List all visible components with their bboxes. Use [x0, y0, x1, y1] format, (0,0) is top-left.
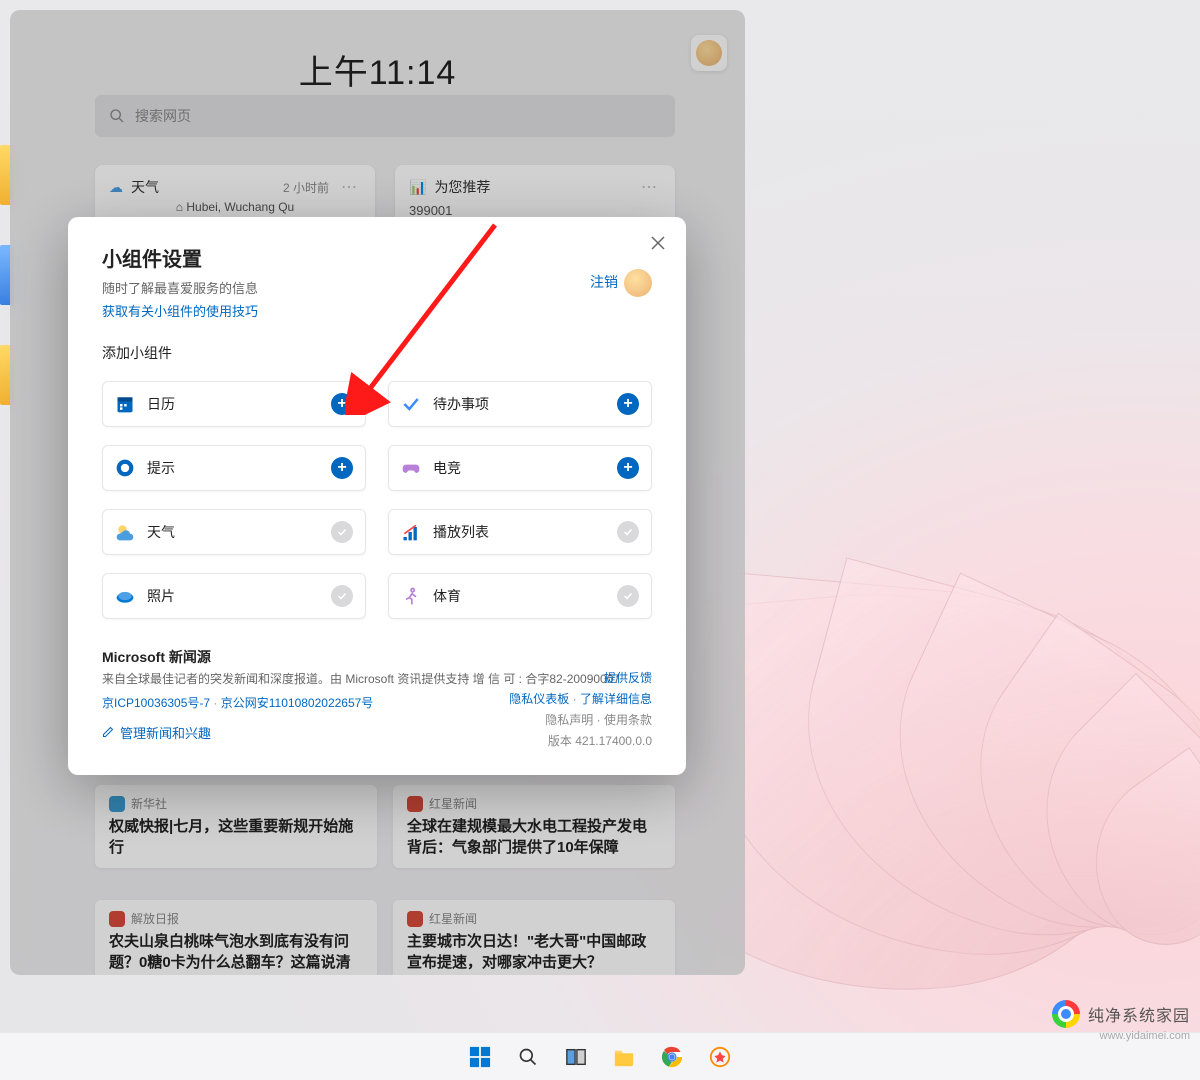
task-view-icon [565, 1046, 587, 1068]
watermark-logo-icon [1052, 1000, 1080, 1028]
widget-settings-modal: 注销 小组件设置 随时了解最喜爱服务的信息 获取有关小组件的使用技巧 添加小组件… [68, 217, 686, 775]
add-widget-button[interactable]: + [617, 457, 639, 479]
learn-more-link[interactable]: 了解详细信息 [580, 692, 652, 706]
app-icon [709, 1046, 731, 1068]
modal-subtitle: 随时了解最喜爱服务的信息 [102, 278, 652, 297]
calendar-icon [115, 394, 135, 414]
widget-label: 照片 [147, 586, 319, 606]
watermark: 纯净系统家园 [1052, 1000, 1190, 1028]
chrome-icon [661, 1046, 683, 1068]
widget-tile-weather[interactable]: 天气 [102, 509, 366, 555]
taskbar[interactable] [0, 1032, 1200, 1080]
widget-label: 日历 [147, 394, 319, 414]
photos-icon [115, 586, 135, 606]
news-source-title: Microsoft 新闻源 [102, 647, 652, 667]
icp-link-1[interactable]: 京ICP10036305号-7 [102, 696, 210, 710]
widget-label: 体育 [433, 586, 605, 606]
weather-icon [115, 522, 135, 542]
modal-avatar[interactable] [624, 269, 652, 297]
close-button[interactable] [646, 231, 670, 255]
terms-link[interactable]: 使用条款 [604, 713, 652, 727]
app-button[interactable] [700, 1037, 740, 1077]
search-button[interactable] [508, 1037, 548, 1077]
widget-tile-todo[interactable]: 待办事项 + [388, 381, 652, 427]
watermark-url: www.yidaimei.com [1100, 1030, 1190, 1042]
add-widget-button[interactable]: + [331, 457, 353, 479]
widget-label: 电竞 [433, 458, 605, 478]
modal-title: 小组件设置 [102, 243, 652, 272]
windows-icon [469, 1046, 491, 1068]
widget-tile-sports[interactable]: 体育 [388, 573, 652, 619]
add-widget-section-title: 添加小组件 [102, 343, 652, 363]
widget-label: 天气 [147, 522, 319, 542]
privacy-dashboard-link[interactable]: 隐私仪表板 [509, 692, 569, 706]
logout-link[interactable]: 注销 [590, 272, 618, 292]
chrome-button[interactable] [652, 1037, 692, 1077]
folder-icon [613, 1047, 635, 1067]
todo-icon [401, 394, 421, 414]
tips-icon [115, 458, 135, 478]
widget-label: 待办事项 [433, 394, 605, 414]
widget-tile-calendar[interactable]: 日历 + [102, 381, 366, 427]
widget-tile-photos[interactable]: 照片 [102, 573, 366, 619]
widget-added-indicator [331, 521, 353, 543]
icp-link-2[interactable]: 京公网安11010802022657号 [221, 696, 374, 710]
pencil-icon [102, 726, 114, 738]
tips-link[interactable]: 获取有关小组件的使用技巧 [102, 301, 258, 320]
feedback-link[interactable]: 提供反馈 [604, 671, 652, 685]
add-widget-button[interactable]: + [617, 393, 639, 415]
widget-added-indicator [331, 585, 353, 607]
file-explorer-button[interactable] [604, 1037, 644, 1077]
widget-added-indicator [617, 585, 639, 607]
widget-tile-tips[interactable]: 提示 + [102, 445, 366, 491]
modal-footer-links: 提供反馈 隐私仪表板 · 了解详细信息 隐私声明 · 使用条款 版本 421.1… [509, 669, 652, 749]
close-icon [651, 236, 665, 250]
sports-icon [401, 586, 421, 606]
widget-added-indicator [617, 521, 639, 543]
widget-tile-gaming[interactable]: 电竞 + [388, 445, 652, 491]
version-text: 版本 421.17400.0.0 [509, 732, 652, 749]
search-icon [518, 1047, 538, 1067]
start-button[interactable] [460, 1037, 500, 1077]
playlist-icon [401, 522, 421, 542]
widget-label: 播放列表 [433, 522, 605, 542]
privacy-link[interactable]: 隐私声明 [545, 713, 593, 727]
widget-tile-playlist[interactable]: 播放列表 [388, 509, 652, 555]
gaming-icon [401, 458, 421, 478]
widget-label: 提示 [147, 458, 319, 478]
task-view-button[interactable] [556, 1037, 596, 1077]
add-widget-button[interactable]: + [331, 393, 353, 415]
